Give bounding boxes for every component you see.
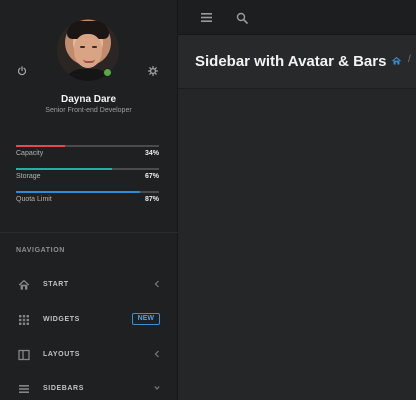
quota-limit-value: 87% [144, 196, 159, 203]
nav-label-start: START [43, 281, 69, 288]
nav-item-start[interactable]: START [0, 275, 178, 295]
home-icon [18, 279, 30, 290]
profile-name: Dayna Dare [60, 94, 117, 105]
quota-limit-label: Quota Limit [16, 196, 52, 203]
quota-limit-bar: Quota Limit 87% [16, 191, 159, 214]
grid-icon [19, 315, 29, 325]
power-icon[interactable] [17, 66, 27, 76]
quota-progress-fill [16, 191, 141, 193]
chevron-left-icon [154, 280, 159, 288]
nav-item-widgets[interactable]: WIDGETS NEW [0, 310, 178, 330]
nav-item-sidebars[interactable]: SIDEBARS [0, 379, 178, 399]
chevron-down-icon [154, 386, 160, 390]
main-content [178, 89, 416, 400]
nav-label-layouts: LAYOUTS [43, 351, 81, 358]
profile-panel: Dayna Dare Senior Front-end Developer [0, 0, 177, 128]
storage-value: 67% [144, 173, 159, 180]
new-badge: NEW [131, 313, 160, 325]
avatar-eye [80, 46, 85, 48]
list-icon [19, 385, 29, 393]
breadcrumb-separator: / [408, 54, 411, 65]
capacity-value: 34% [144, 150, 159, 157]
nav-label-widgets: WIDGETS [43, 316, 80, 323]
usage-bars: Capacity 34% Storage 67% Quota Limit 87% [16, 145, 159, 214]
sidebar-divider [0, 232, 178, 233]
capacity-label: Capacity [16, 150, 44, 157]
navigation-heading: NAVIGATION [16, 247, 65, 254]
online-status-indicator [103, 68, 112, 77]
avatar-eye [92, 46, 97, 48]
storage-bar: Storage 67% [16, 168, 159, 191]
top-bar [178, 0, 416, 35]
page-title: Sidebar with Avatar & Bars [195, 53, 387, 70]
chevron-left-icon [154, 350, 159, 358]
capacity-bar: Capacity 34% [16, 145, 159, 168]
breadcrumb-home-icon[interactable] [392, 57, 401, 65]
profile-role: Senior Front-end Developer [45, 107, 132, 114]
capacity-progress-fill [16, 145, 65, 147]
nav-label-sidebars: SIDEBARS [43, 385, 84, 392]
menu-icon[interactable] [201, 13, 212, 22]
storage-label: Storage [16, 173, 41, 180]
gear-icon[interactable] [148, 66, 158, 76]
search-icon[interactable] [236, 12, 248, 24]
layout-icon [18, 349, 30, 361]
storage-progress-fill [16, 168, 112, 170]
sidebar: Dayna Dare Senior Front-end Developer Ca… [0, 0, 178, 400]
nav-item-layouts[interactable]: LAYOUTS [0, 345, 178, 365]
